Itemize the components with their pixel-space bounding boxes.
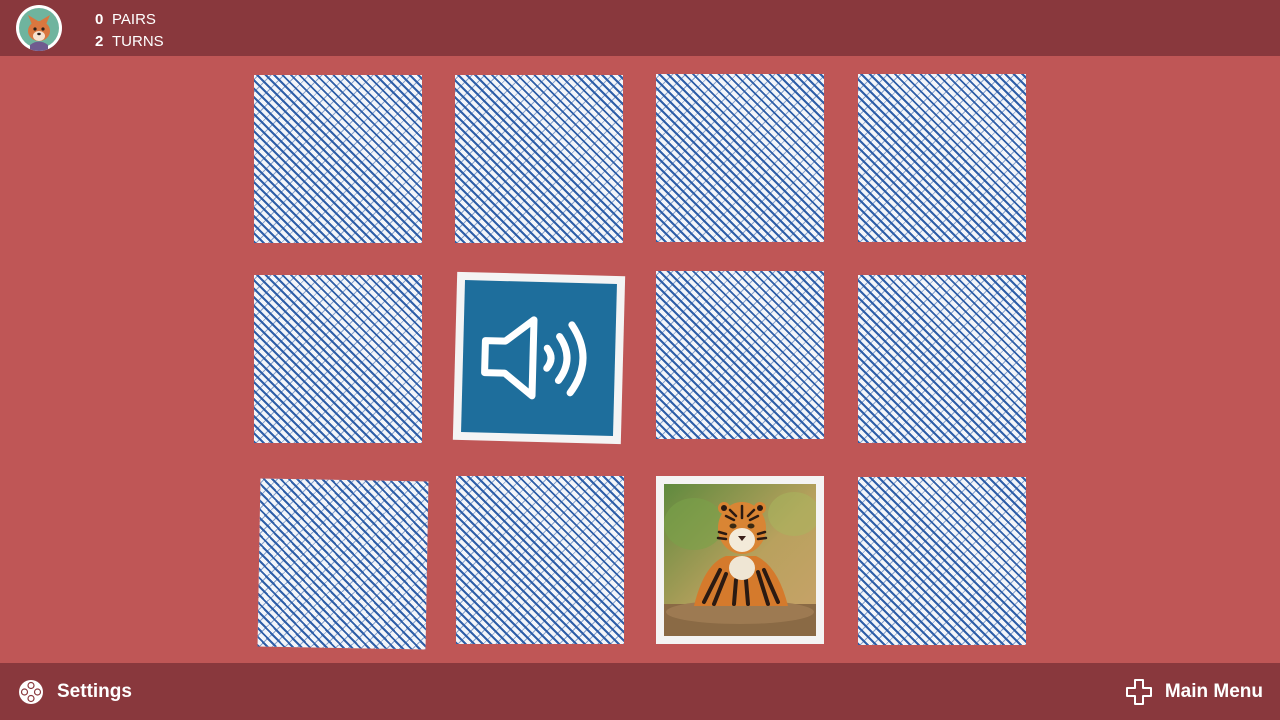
turns-label: TURNS <box>112 33 164 50</box>
settings-label: Settings <box>57 680 132 702</box>
top-bar: 0 PAIRS 2 TURNS <box>0 0 1280 56</box>
tiger-photo <box>664 484 816 636</box>
memory-card-tiger[interactable] <box>656 476 824 644</box>
memory-card-sound[interactable] <box>452 271 626 445</box>
main-menu-button[interactable]: Main Menu <box>1125 663 1263 720</box>
memory-card-face-down[interactable] <box>254 275 422 443</box>
pairs-count: 0 <box>95 11 104 28</box>
dpad-icon <box>1125 678 1152 705</box>
memory-card-face-down[interactable] <box>858 74 1026 242</box>
main-menu-label: Main Menu <box>1164 680 1263 702</box>
pairs-label: PAIRS <box>112 11 156 28</box>
turns-stat: 2 TURNS <box>95 31 164 53</box>
memory-card-face-down[interactable] <box>858 275 1026 443</box>
pairs-stat: 0 PAIRS <box>95 9 164 31</box>
memory-card-face-down[interactable] <box>257 478 429 650</box>
memory-card-face-down[interactable] <box>456 476 624 644</box>
memory-card-face-down[interactable] <box>455 75 623 243</box>
settings-button[interactable]: Settings <box>18 663 132 720</box>
gamepad-buttons-icon <box>19 679 43 704</box>
bottom-bar: Settings Main Menu <box>0 663 1280 720</box>
fox-avatar-icon[interactable] <box>16 5 62 51</box>
memory-card-face-down[interactable] <box>254 75 422 243</box>
memory-card-face-down[interactable] <box>656 271 824 439</box>
turns-count: 2 <box>95 33 104 50</box>
memory-card-face-down[interactable] <box>656 74 824 242</box>
memory-card-face-down[interactable] <box>858 477 1026 645</box>
score-panel: 0 PAIRS 2 TURNS <box>95 9 164 53</box>
speaker-sound-icon <box>481 316 587 400</box>
sound-card-image <box>461 280 617 436</box>
